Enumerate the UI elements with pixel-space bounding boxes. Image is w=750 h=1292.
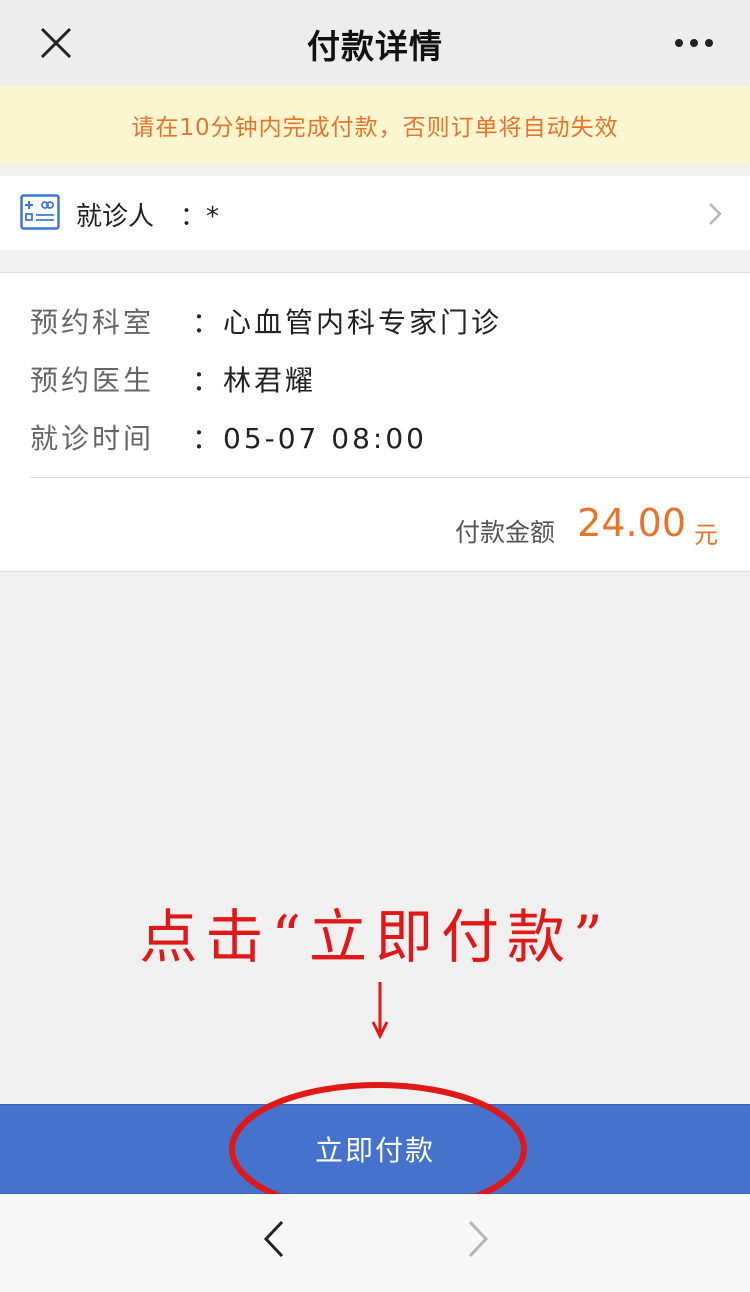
divider bbox=[30, 477, 750, 478]
nav-bar: 付款详情 bbox=[0, 0, 750, 86]
page-title: 付款详情 bbox=[307, 27, 443, 66]
chevron-right-icon bbox=[709, 203, 722, 225]
department-value: ：心血管内科专家门诊 bbox=[192, 306, 503, 339]
forward-button[interactable] bbox=[452, 1212, 502, 1266]
back-button[interactable] bbox=[250, 1212, 300, 1266]
info-row-visit-time: 就诊时间 ：05-07 08:00 bbox=[30, 417, 427, 457]
more-button[interactable] bbox=[664, 16, 724, 70]
browser-toolbar bbox=[0, 1194, 750, 1292]
appointment-details: 预约科室 ：心血管内科专家门诊 预约医生 ：林君耀 就诊时间 ：05-07 08… bbox=[0, 272, 750, 572]
doctor-value: ：林君耀 bbox=[192, 364, 317, 397]
pay-now-button[interactable]: 立即付款 bbox=[0, 1104, 750, 1194]
amount-label: 付款金额 bbox=[454, 518, 555, 547]
patient-card-icon bbox=[20, 194, 60, 230]
patient-selector[interactable]: 就诊人 ：* bbox=[0, 176, 750, 250]
info-row-doctor: 预约医生 ：林君耀 bbox=[30, 359, 316, 399]
annotation-text: 点击“立即付款” bbox=[139, 903, 611, 971]
payment-timeout-notice: 请在10分钟内完成付款，否则订单将自动失效 bbox=[0, 86, 750, 164]
patient-value: ：* bbox=[180, 202, 220, 232]
patient-label: 就诊人 bbox=[76, 202, 155, 232]
amount-value: 24.00 bbox=[577, 501, 686, 545]
visit-time-value: ：05-07 08:00 bbox=[192, 422, 427, 455]
forward-icon bbox=[468, 1220, 489, 1258]
arrow-down-icon bbox=[371, 982, 389, 1040]
visit-time-label: 就诊时间 bbox=[30, 422, 155, 455]
department-label: 预约科室 bbox=[30, 306, 155, 339]
info-row-department: 预约科室 ：心血管内科专家门诊 bbox=[30, 301, 502, 341]
amount-unit: 元 bbox=[694, 521, 718, 549]
more-icon bbox=[675, 39, 713, 47]
doctor-label: 预约医生 bbox=[30, 364, 155, 397]
back-icon bbox=[263, 1220, 284, 1258]
